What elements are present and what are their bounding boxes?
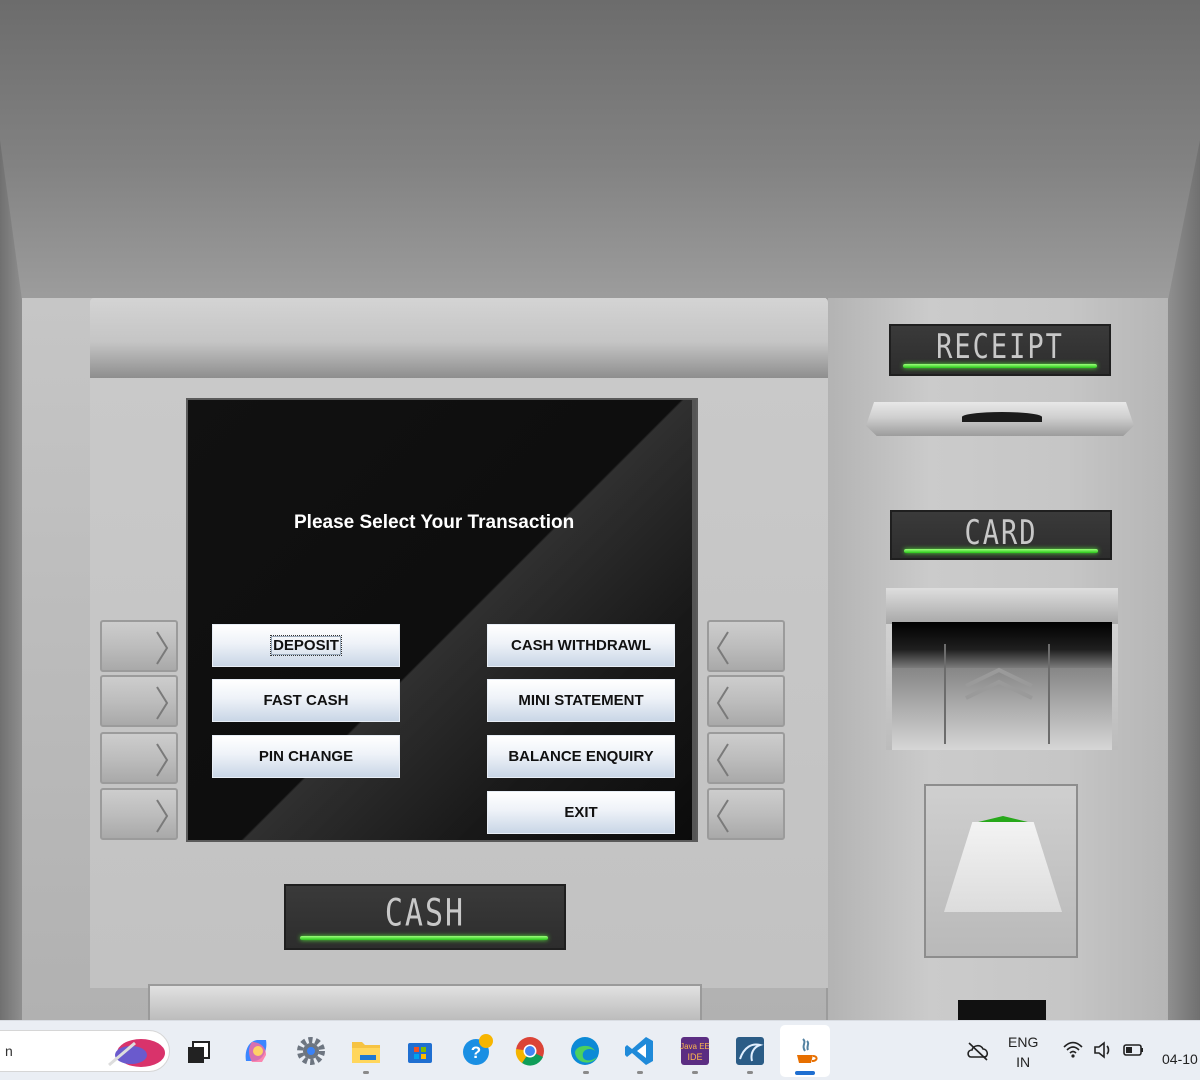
language-code: ENG bbox=[1008, 1034, 1039, 1050]
left-side-key-4[interactable] bbox=[100, 788, 178, 840]
search-text: n bbox=[5, 1043, 13, 1059]
chevron-right-icon bbox=[156, 743, 169, 777]
language-indicator[interactable]: ENG IN bbox=[1008, 1032, 1038, 1072]
svg-text:Java EE: Java EE bbox=[680, 1042, 710, 1051]
chevron-up-icon bbox=[965, 667, 1033, 700]
receipt-slot bbox=[866, 402, 1134, 436]
cash-plate: CASH bbox=[284, 884, 566, 950]
svg-text:?: ? bbox=[471, 1043, 481, 1062]
receipt-indicator-light bbox=[903, 364, 1097, 368]
card-slot bbox=[886, 588, 1118, 750]
atm-background: Please Select Your Transaction DEPOSIT F… bbox=[0, 0, 1200, 1020]
active-app-indicator bbox=[795, 1071, 815, 1075]
mini-statement-button[interactable]: MINI STATEMENT bbox=[487, 679, 675, 722]
file-explorer-icon[interactable] bbox=[348, 1033, 384, 1069]
volume-icon[interactable] bbox=[1092, 1040, 1114, 1060]
chevron-left-icon bbox=[716, 686, 729, 720]
left-side-key-3[interactable] bbox=[100, 732, 178, 784]
mysql-workbench-icon[interactable] bbox=[732, 1033, 768, 1069]
right-side-key-1[interactable] bbox=[707, 620, 785, 672]
microsoft-store-icon[interactable] bbox=[402, 1033, 438, 1069]
chevron-left-icon bbox=[716, 631, 729, 665]
cash-label: CASH bbox=[384, 891, 466, 936]
chevron-right-icon bbox=[156, 631, 169, 665]
card-indicator-light bbox=[904, 549, 1098, 553]
left-side-key-2[interactable] bbox=[100, 675, 178, 727]
chevron-right-icon bbox=[156, 799, 169, 833]
chevron-left-icon bbox=[716, 799, 729, 833]
vscode-icon[interactable] bbox=[622, 1033, 658, 1069]
get-help-icon[interactable]: ? bbox=[458, 1033, 494, 1069]
region-code: IN bbox=[1016, 1054, 1031, 1070]
edge-icon[interactable] bbox=[567, 1033, 603, 1069]
settings-gear-icon[interactable] bbox=[293, 1033, 329, 1069]
cash-indicator-light bbox=[300, 936, 548, 940]
left-side-key-1[interactable] bbox=[100, 620, 178, 672]
cash-withdrawl-button[interactable]: CASH WITHDRAWL bbox=[487, 624, 675, 667]
wifi-icon[interactable] bbox=[1062, 1040, 1084, 1060]
java-ee-ide-icon[interactable]: Java EE IDE bbox=[677, 1033, 713, 1069]
receipt-plate: RECEIPT bbox=[889, 324, 1111, 376]
exit-button[interactable]: EXIT bbox=[487, 791, 675, 834]
task-view-icon[interactable] bbox=[182, 1033, 218, 1069]
deposit-button[interactable]: DEPOSIT bbox=[212, 624, 400, 667]
right-side-key-3[interactable] bbox=[707, 732, 785, 784]
right-side-key-2[interactable] bbox=[707, 675, 785, 727]
bottom-slot bbox=[148, 984, 702, 1020]
battery-icon[interactable] bbox=[1122, 1040, 1146, 1060]
card-label: CARD bbox=[964, 514, 1038, 553]
screen-title: Please Select Your Transaction bbox=[294, 512, 575, 533]
fast-cash-button[interactable]: FAST CASH bbox=[212, 679, 400, 722]
balance-enquiry-button[interactable]: BALANCE ENQUIRY bbox=[487, 735, 675, 778]
deposit-envelope-slot bbox=[924, 784, 1078, 958]
chrome-icon[interactable] bbox=[512, 1033, 548, 1069]
atm-ceiling bbox=[0, 0, 1200, 300]
chevron-right-icon bbox=[156, 686, 169, 720]
copilot-icon[interactable] bbox=[238, 1033, 274, 1069]
java-icon[interactable] bbox=[787, 1033, 823, 1069]
onedrive-offline-icon[interactable] bbox=[966, 1040, 990, 1062]
deposit-label: DEPOSIT bbox=[270, 635, 342, 656]
chevron-left-icon bbox=[716, 743, 729, 777]
windows-taskbar: n ? Java EE IDE ENG IN 04-10 bbox=[0, 1020, 1200, 1080]
search-highlight-icon bbox=[108, 1039, 165, 1067]
search-box[interactable]: n bbox=[0, 1030, 170, 1072]
atm-top-lip bbox=[90, 298, 828, 378]
dispenser-opening bbox=[958, 1000, 1046, 1020]
pin-change-button[interactable]: PIN CHANGE bbox=[212, 735, 400, 778]
clock-date[interactable]: 04-10 bbox=[1162, 1051, 1198, 1067]
svg-text:IDE: IDE bbox=[687, 1052, 702, 1062]
card-plate: CARD bbox=[890, 510, 1112, 560]
receipt-label: RECEIPT bbox=[936, 328, 1064, 367]
right-side-key-4[interactable] bbox=[707, 788, 785, 840]
